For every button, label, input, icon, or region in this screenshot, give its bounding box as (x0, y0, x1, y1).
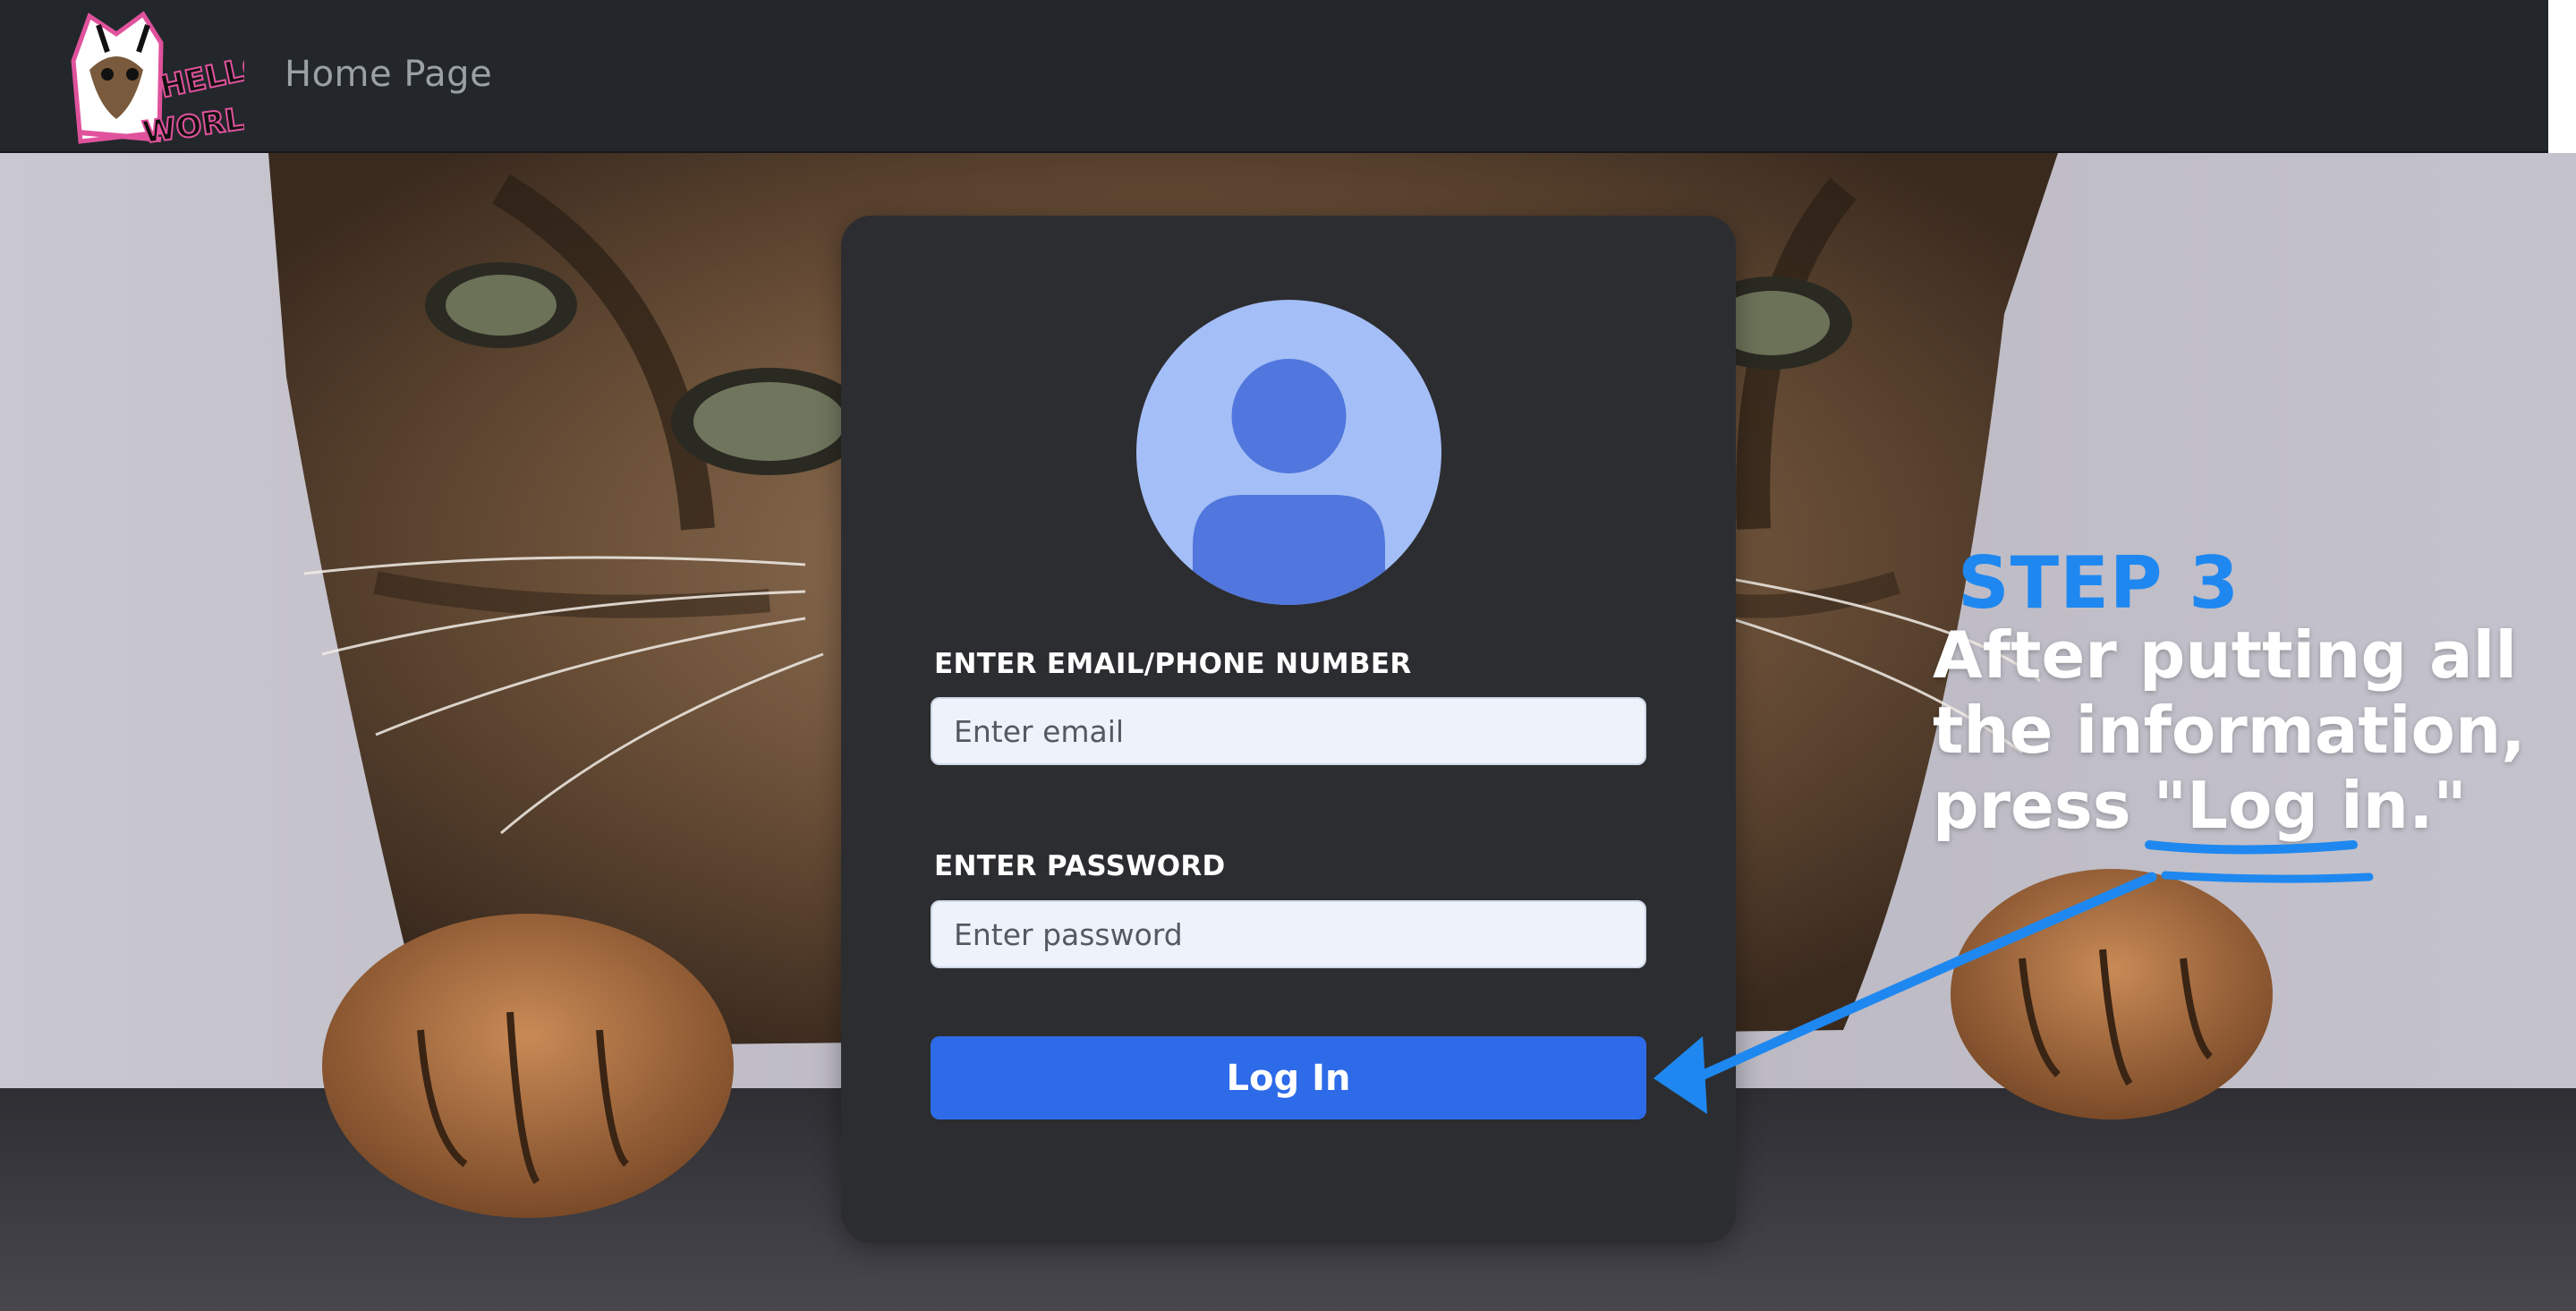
login-card: ENTER EMAIL/PHONE NUMBER ENTER PASSWORD … (841, 216, 1736, 1243)
step-line-2: the information, (1933, 693, 2526, 768)
step-line-3-suffix: ." (2409, 768, 2467, 843)
user-avatar-icon (1136, 300, 1441, 605)
password-input[interactable] (931, 900, 1646, 968)
login-button[interactable]: Log In (931, 1036, 1646, 1119)
navbar: HELLO WORLD Home Page (0, 0, 2548, 153)
step-line-3-highlight: Log in (2187, 768, 2410, 843)
step-line-1: After putting all (1933, 617, 2517, 693)
email-input[interactable] (931, 697, 1646, 765)
window-edge (2548, 0, 2576, 153)
hello-world-logo[interactable]: HELLO WORLD (54, 7, 244, 146)
email-label: ENTER EMAIL/PHONE NUMBER (934, 648, 1412, 680)
step-title: STEP 3 (1958, 541, 2240, 625)
login-page: HELLO WORLD Home Page ENTER EMAIL/PHONE … (0, 0, 2576, 1311)
step-line-3: press "Log in." (1933, 768, 2559, 843)
step-line-3-prefix: press " (1933, 768, 2188, 843)
password-label: ENTER PASSWORD (934, 850, 1226, 882)
nav-home-link[interactable]: Home Page (285, 54, 492, 95)
step-instructions: After putting all the information, press… (1933, 617, 2559, 843)
